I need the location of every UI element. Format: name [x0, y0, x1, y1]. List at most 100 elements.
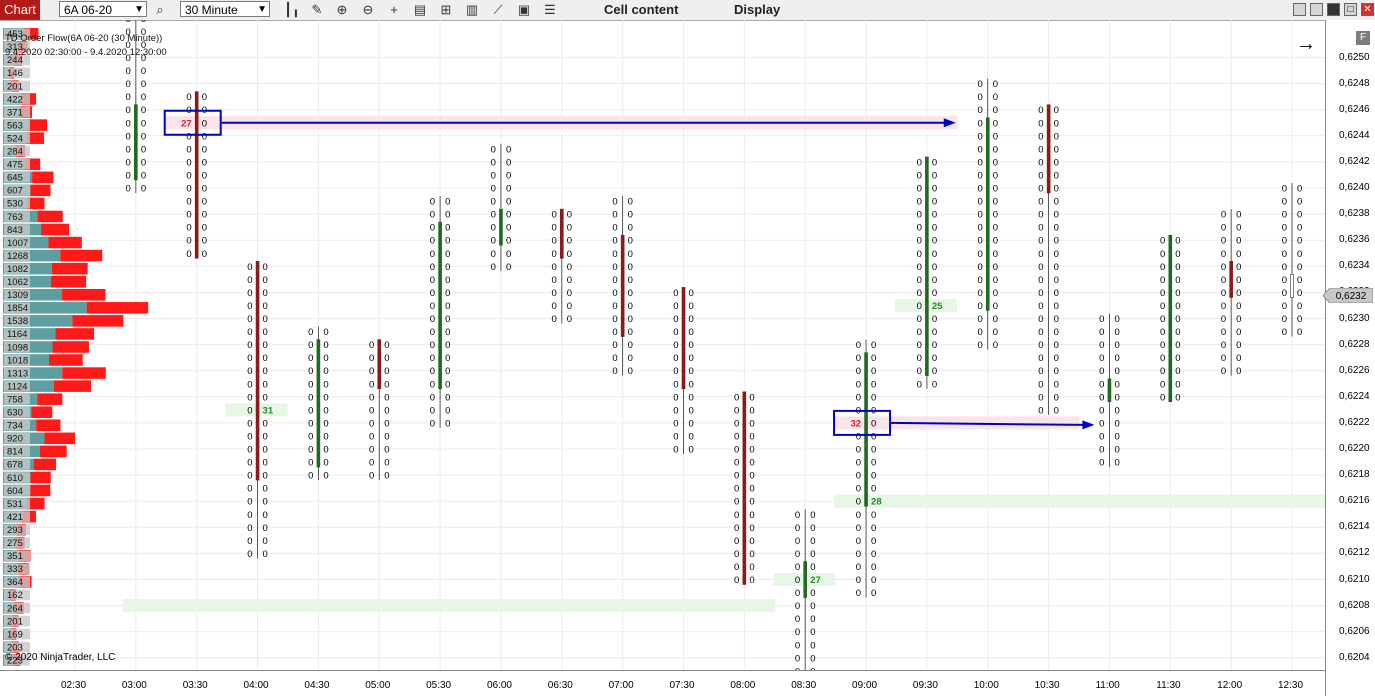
- bid-volume-cell: 0: [491, 197, 496, 208]
- data-box-icon[interactable]: ⊞: [438, 2, 454, 18]
- zoom-in-icon[interactable]: ⊕: [334, 2, 350, 18]
- bid-volume-cell: 0: [734, 497, 739, 508]
- bar-body: [438, 221, 442, 390]
- price-axis-label: 0,6242: [1339, 155, 1370, 167]
- price-axis[interactable]: 0,6250 0,6248 0,6246 0,6244 0,6242 0,6240 0,62…: [1325, 20, 1375, 696]
- profile-ask-bar: [52, 341, 89, 353]
- ask-volume-cell: 0: [263, 497, 268, 508]
- close-icon[interactable]: ✕: [1361, 3, 1374, 16]
- interval-select[interactable]: 30 Minute ▼: [180, 1, 270, 17]
- bid-volume-cell: 0: [673, 301, 678, 312]
- ask-volume-cell: 0: [323, 366, 328, 377]
- indicators-icon[interactable]: ▥: [464, 2, 480, 18]
- bid-volume-cell: 0: [308, 327, 313, 338]
- ask-volume-cell: 0: [689, 301, 694, 312]
- instrument-select[interactable]: 6A 06-20 ▼: [59, 1, 147, 17]
- cell-content-menu[interactable]: Cell content: [604, 1, 678, 19]
- tile-icon[interactable]: [1293, 3, 1306, 16]
- profile-volume-label: 333: [7, 564, 23, 575]
- bar-body: [499, 208, 503, 246]
- ask-volume-cell: 0: [628, 262, 633, 273]
- bid-volume-cell: 0: [308, 340, 313, 351]
- bar-type-icon[interactable]: ┃╻: [284, 2, 300, 18]
- ask-volume-cell: 0: [749, 405, 754, 416]
- ask-volume-cell: 0: [263, 379, 268, 390]
- ask-volume-cell: 0: [384, 392, 389, 403]
- zoom-out-icon[interactable]: ⊖: [360, 2, 376, 18]
- ask-volume-cell: 0: [141, 170, 146, 181]
- properties-icon[interactable]: ▤: [412, 2, 428, 18]
- maximize-icon[interactable]: □: [1344, 3, 1357, 16]
- ask-volume-cell: 0: [871, 484, 876, 495]
- ask-volume-cell: 0: [1054, 392, 1059, 403]
- display-menu[interactable]: Display: [734, 1, 780, 19]
- ask-volume-cell: 0: [1236, 288, 1241, 299]
- ask-volume-cell: 0: [384, 431, 389, 442]
- ask-volume-cell: 0: [1054, 327, 1059, 338]
- bid-volume-cell: 0: [1160, 301, 1165, 312]
- ask-volume-cell: 0: [749, 445, 754, 456]
- list-icon[interactable]: ☰: [542, 2, 558, 18]
- instrument-value: 6A 06-20: [64, 3, 113, 17]
- ask-volume-cell: 0: [323, 445, 328, 456]
- bid-volume-cell: 0: [795, 562, 800, 573]
- search-icon[interactable]: ⌕: [152, 2, 168, 18]
- ask-volume-cell: 0: [1054, 144, 1059, 155]
- imbalance-zone: [834, 494, 1325, 508]
- ask-volume-cell: 0: [749, 471, 754, 482]
- bid-volume-cell: 0: [1038, 131, 1043, 142]
- pencil-icon[interactable]: ✎: [309, 2, 325, 18]
- ask-volume-cell: 0: [1175, 301, 1180, 312]
- crosshair-icon[interactable]: +: [386, 2, 402, 18]
- ask-volume-cell: 0: [1175, 327, 1180, 338]
- bid-volume-cell: 0: [1160, 366, 1165, 377]
- chart-trader-icon[interactable]: ▣: [516, 2, 532, 18]
- ask-volume-cell: 0: [749, 431, 754, 442]
- bid-volume-cell: 0: [430, 418, 435, 429]
- bid-volume-cell: 0: [856, 549, 861, 560]
- ask-volume-cell: 0: [993, 92, 998, 103]
- ask-volume-cell: 0: [1054, 157, 1059, 168]
- ask-volume-cell: 0: [749, 536, 754, 547]
- ask-volume-cell: 0: [1054, 262, 1059, 273]
- format-icon[interactable]: F: [1356, 31, 1370, 45]
- ask-volume-cell: 0: [1175, 379, 1180, 390]
- bid-volume-cell: 0: [1282, 197, 1287, 208]
- ask-volume-cell: 0: [1114, 405, 1119, 416]
- time-axis-label: 06:30: [547, 680, 573, 691]
- bid-volume-cell: 0: [247, 484, 252, 495]
- profile-ask-bar: [62, 367, 106, 379]
- profile-volume-label: 630: [7, 408, 23, 419]
- ask-volume-cell: 0: [993, 275, 998, 286]
- bid-volume-cell: 0: [856, 523, 861, 534]
- bid-volume-cell: 0: [308, 458, 313, 469]
- time-axis[interactable]: 02:30 03:00 03:30 04:00 04:30 05:00 05:30 06:00…: [0, 670, 1325, 697]
- bid-volume-cell: 0: [126, 92, 131, 103]
- price-axis-label: 0,6248: [1339, 77, 1370, 89]
- ask-volume-cell: 0: [202, 144, 207, 155]
- bid-volume-cell: 0: [430, 392, 435, 403]
- bid-volume-cell: 0: [673, 379, 678, 390]
- tile-icon[interactable]: [1310, 3, 1323, 16]
- arrow-right-icon[interactable]: →: [1296, 33, 1316, 56]
- profile-ask-bar: [30, 471, 51, 484]
- ask-volume-cell: 0: [1297, 249, 1302, 260]
- ask-volume-cell: 0: [932, 157, 937, 168]
- bid-volume-cell: 0: [247, 405, 252, 416]
- strategies-icon[interactable]: ⟋: [490, 2, 506, 18]
- chevron-down-icon: ▼: [134, 4, 144, 15]
- chart-tab[interactable]: Chart: [0, 0, 40, 20]
- ask-volume-cell: 0: [871, 471, 876, 482]
- profile-volume-label: 351: [7, 551, 23, 562]
- bid-volume-cell: 0: [856, 471, 861, 482]
- ask-volume-cell: 0: [1236, 327, 1241, 338]
- footprint-chart[interactable]: 4533132441462014223715635242844756456075…: [0, 20, 1325, 670]
- profile-volume-label: 758: [7, 394, 23, 405]
- bid-volume-cell: 0: [856, 562, 861, 573]
- minimize-icon[interactable]: [1327, 3, 1340, 16]
- ask-volume-cell: 0: [1114, 392, 1119, 403]
- ask-volume-cell: 0: [810, 614, 815, 625]
- ask-volume-cell: 0: [567, 236, 572, 247]
- profile-volume-label: 531: [7, 499, 23, 510]
- ask-volume-cell: 0: [749, 575, 754, 586]
